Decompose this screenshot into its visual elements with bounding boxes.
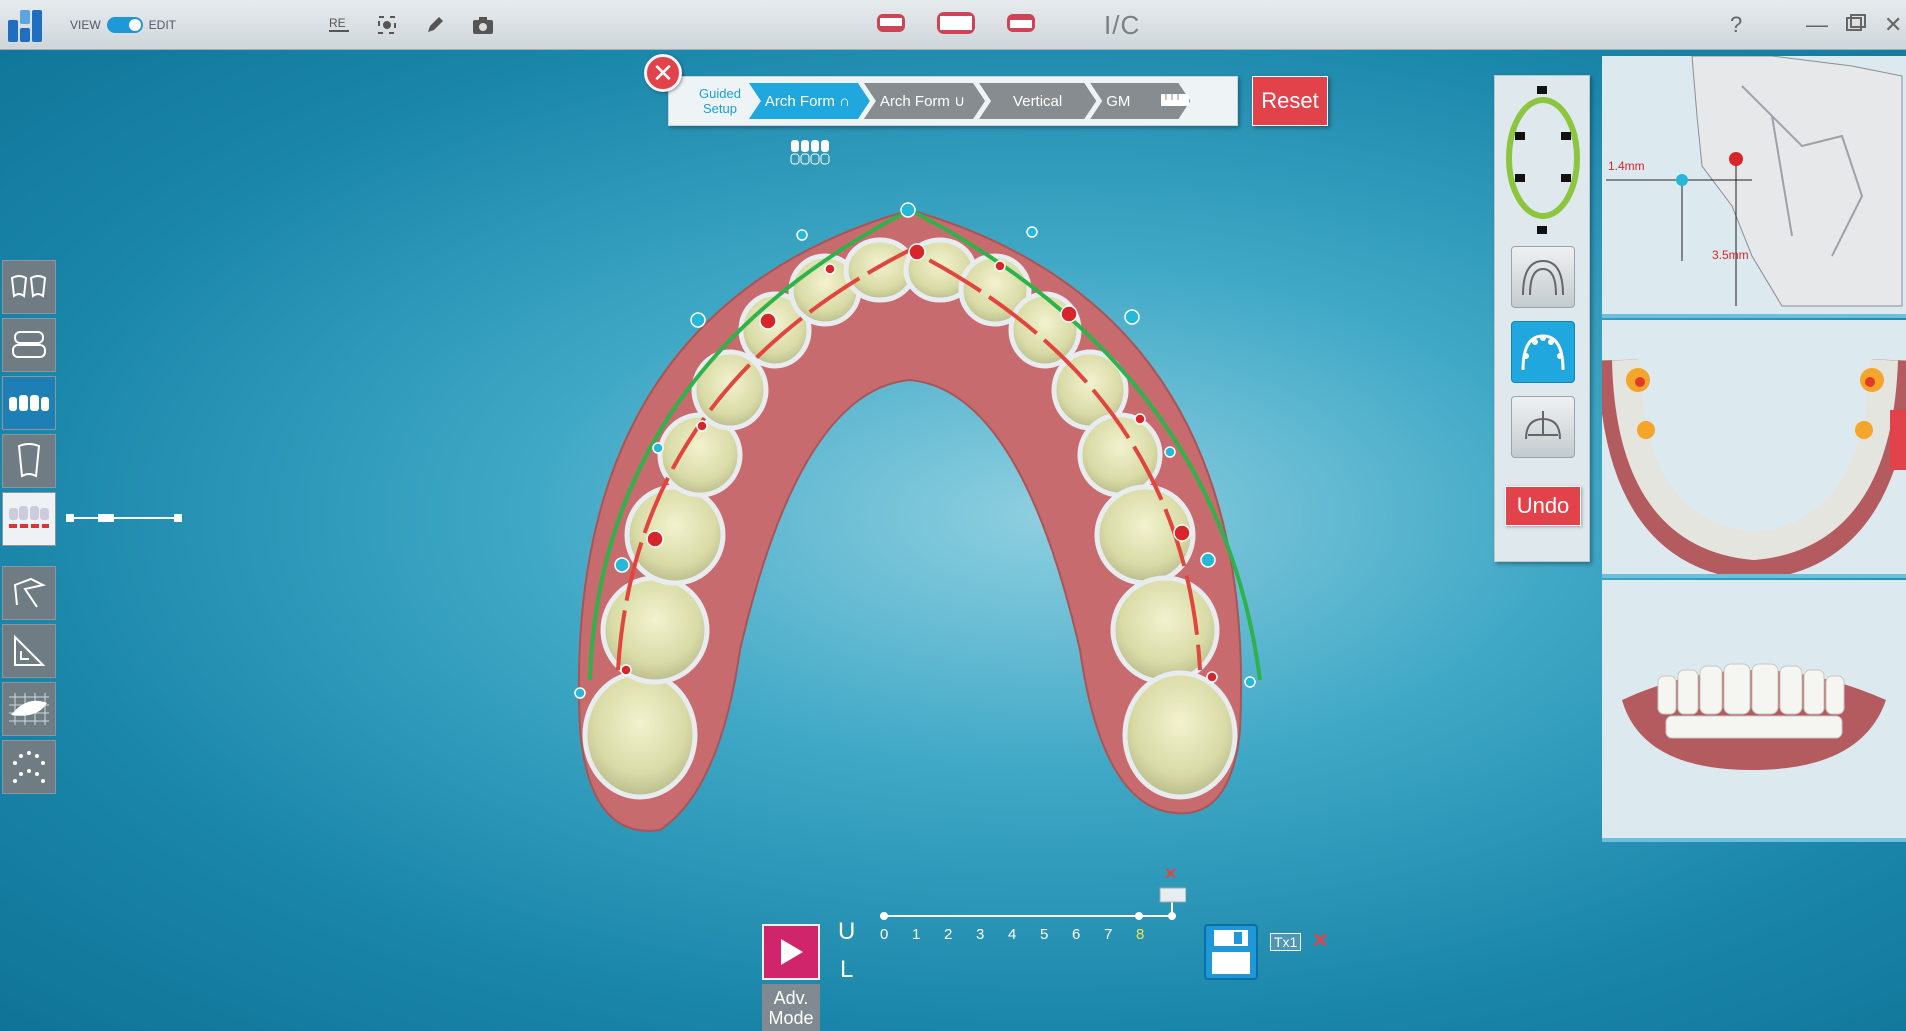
stage-6[interactable]: 6 [1072, 926, 1080, 943]
camera-icon[interactable] [470, 12, 496, 38]
svg-text:RE: RE [329, 16, 346, 30]
upper-teeth-icon[interactable] [876, 10, 906, 41]
measurement-view[interactable]: 1.4mm 3.5mm [1602, 56, 1906, 318]
gm-ruler-icon [1161, 94, 1189, 106]
stage-3[interactable]: 3 [976, 926, 984, 943]
stage-4[interactable]: 4 [1008, 926, 1016, 943]
guided-setup-bar: Guided Setup Arch Form ∩ Arch Form ∪ Ver… [668, 76, 1238, 126]
top-toolbar: VIEW EDIT RE I/C ? — ✕ [0, 0, 1906, 50]
step-arch-form-lower[interactable]: Arch Form ∪ [864, 83, 985, 119]
help-button[interactable]: ? [1730, 0, 1742, 50]
angle-tool[interactable] [2, 624, 56, 678]
guided-setup-label: Guided Setup [699, 86, 741, 116]
play-button[interactable] [762, 924, 820, 980]
stage-1[interactable]: 1 [912, 926, 920, 943]
close-treatment-icon[interactable]: ✕ [1312, 928, 1329, 953]
stage-0[interactable]: 0 [880, 926, 888, 943]
measure-label-1: 1.4mm [1608, 159, 1645, 173]
re-icon[interactable]: RE [326, 12, 352, 38]
save-button[interactable] [1204, 924, 1258, 980]
edit-label: EDIT [148, 18, 177, 32]
staging-slider[interactable] [66, 512, 184, 524]
occlusal-heatmap-view[interactable] [1602, 320, 1906, 578]
arch-rotate-button[interactable] [1511, 396, 1575, 458]
lower-arch-label[interactable]: L [840, 956, 853, 984]
remove-stage-icon[interactable]: ✕ [1164, 864, 1177, 884]
ipr-tool[interactable] [2, 566, 56, 620]
step-vertical[interactable]: Vertical [979, 83, 1096, 119]
lower-teeth-icon[interactable] [1006, 10, 1036, 41]
side-panel-expand-tab[interactable] [1890, 410, 1906, 470]
frontal-teeth-model [1622, 663, 1886, 770]
advanced-mode-button[interactable]: Adv. Mode [762, 984, 820, 1031]
measure-label-2: 3.5mm [1712, 248, 1749, 262]
stage-slider-handle[interactable] [1159, 887, 1186, 903]
teeth-selector-icon[interactable] [790, 138, 832, 166]
pen-icon[interactable] [422, 12, 448, 38]
undo-button[interactable]: Undo [1505, 486, 1581, 526]
teeth-display-tool[interactable] [2, 376, 56, 430]
occlusion-tool[interactable] [2, 318, 56, 372]
treatment-tab[interactable]: Tx1 [1270, 933, 1302, 951]
stage-8-current[interactable]: 8 [1136, 926, 1144, 943]
frontal-view[interactable] [1602, 580, 1906, 842]
arch-edit-button[interactable] [1511, 321, 1575, 383]
tooth-crowns-tool[interactable] [2, 260, 56, 314]
arch-lock-icon[interactable] [1503, 78, 1583, 238]
occlusal-arch-model [1602, 359, 1906, 574]
step-arch-form-upper[interactable]: Arch Form ∩ [749, 83, 870, 119]
arch-control-panel: Undo [1494, 75, 1590, 562]
view-edit-toggle[interactable] [106, 17, 143, 33]
staging-tool[interactable] [2, 492, 56, 546]
reset-button[interactable]: Reset [1252, 76, 1328, 126]
front-teeth-icon[interactable] [936, 10, 976, 41]
stage-7[interactable]: 7 [1104, 926, 1112, 943]
view-label: VIEW [70, 18, 101, 32]
minimize-icon[interactable]: — [1806, 12, 1828, 38]
single-tooth-tool[interactable] [2, 434, 56, 488]
stage-2[interactable]: 2 [944, 926, 952, 943]
ic-title: I/C [1104, 9, 1141, 40]
grid-overlay-tool[interactable] [2, 682, 56, 736]
dental-arch-model[interactable] [540, 190, 1300, 890]
app-logo-icon [8, 6, 44, 42]
arch-shape-button[interactable] [1511, 246, 1575, 308]
stage-5[interactable]: 5 [1040, 926, 1048, 943]
arch-dots-tool[interactable] [2, 740, 56, 794]
stage-slider[interactable] [880, 876, 1186, 920]
window-close-icon[interactable]: ✕ [1884, 12, 1902, 38]
maximize-icon[interactable] [1846, 13, 1866, 37]
upper-arch-label[interactable]: U [838, 918, 855, 946]
tooth-profile-model [1606, 56, 1903, 307]
close-guided-button[interactable]: ✕ [644, 54, 682, 92]
focus-icon[interactable] [374, 12, 400, 38]
